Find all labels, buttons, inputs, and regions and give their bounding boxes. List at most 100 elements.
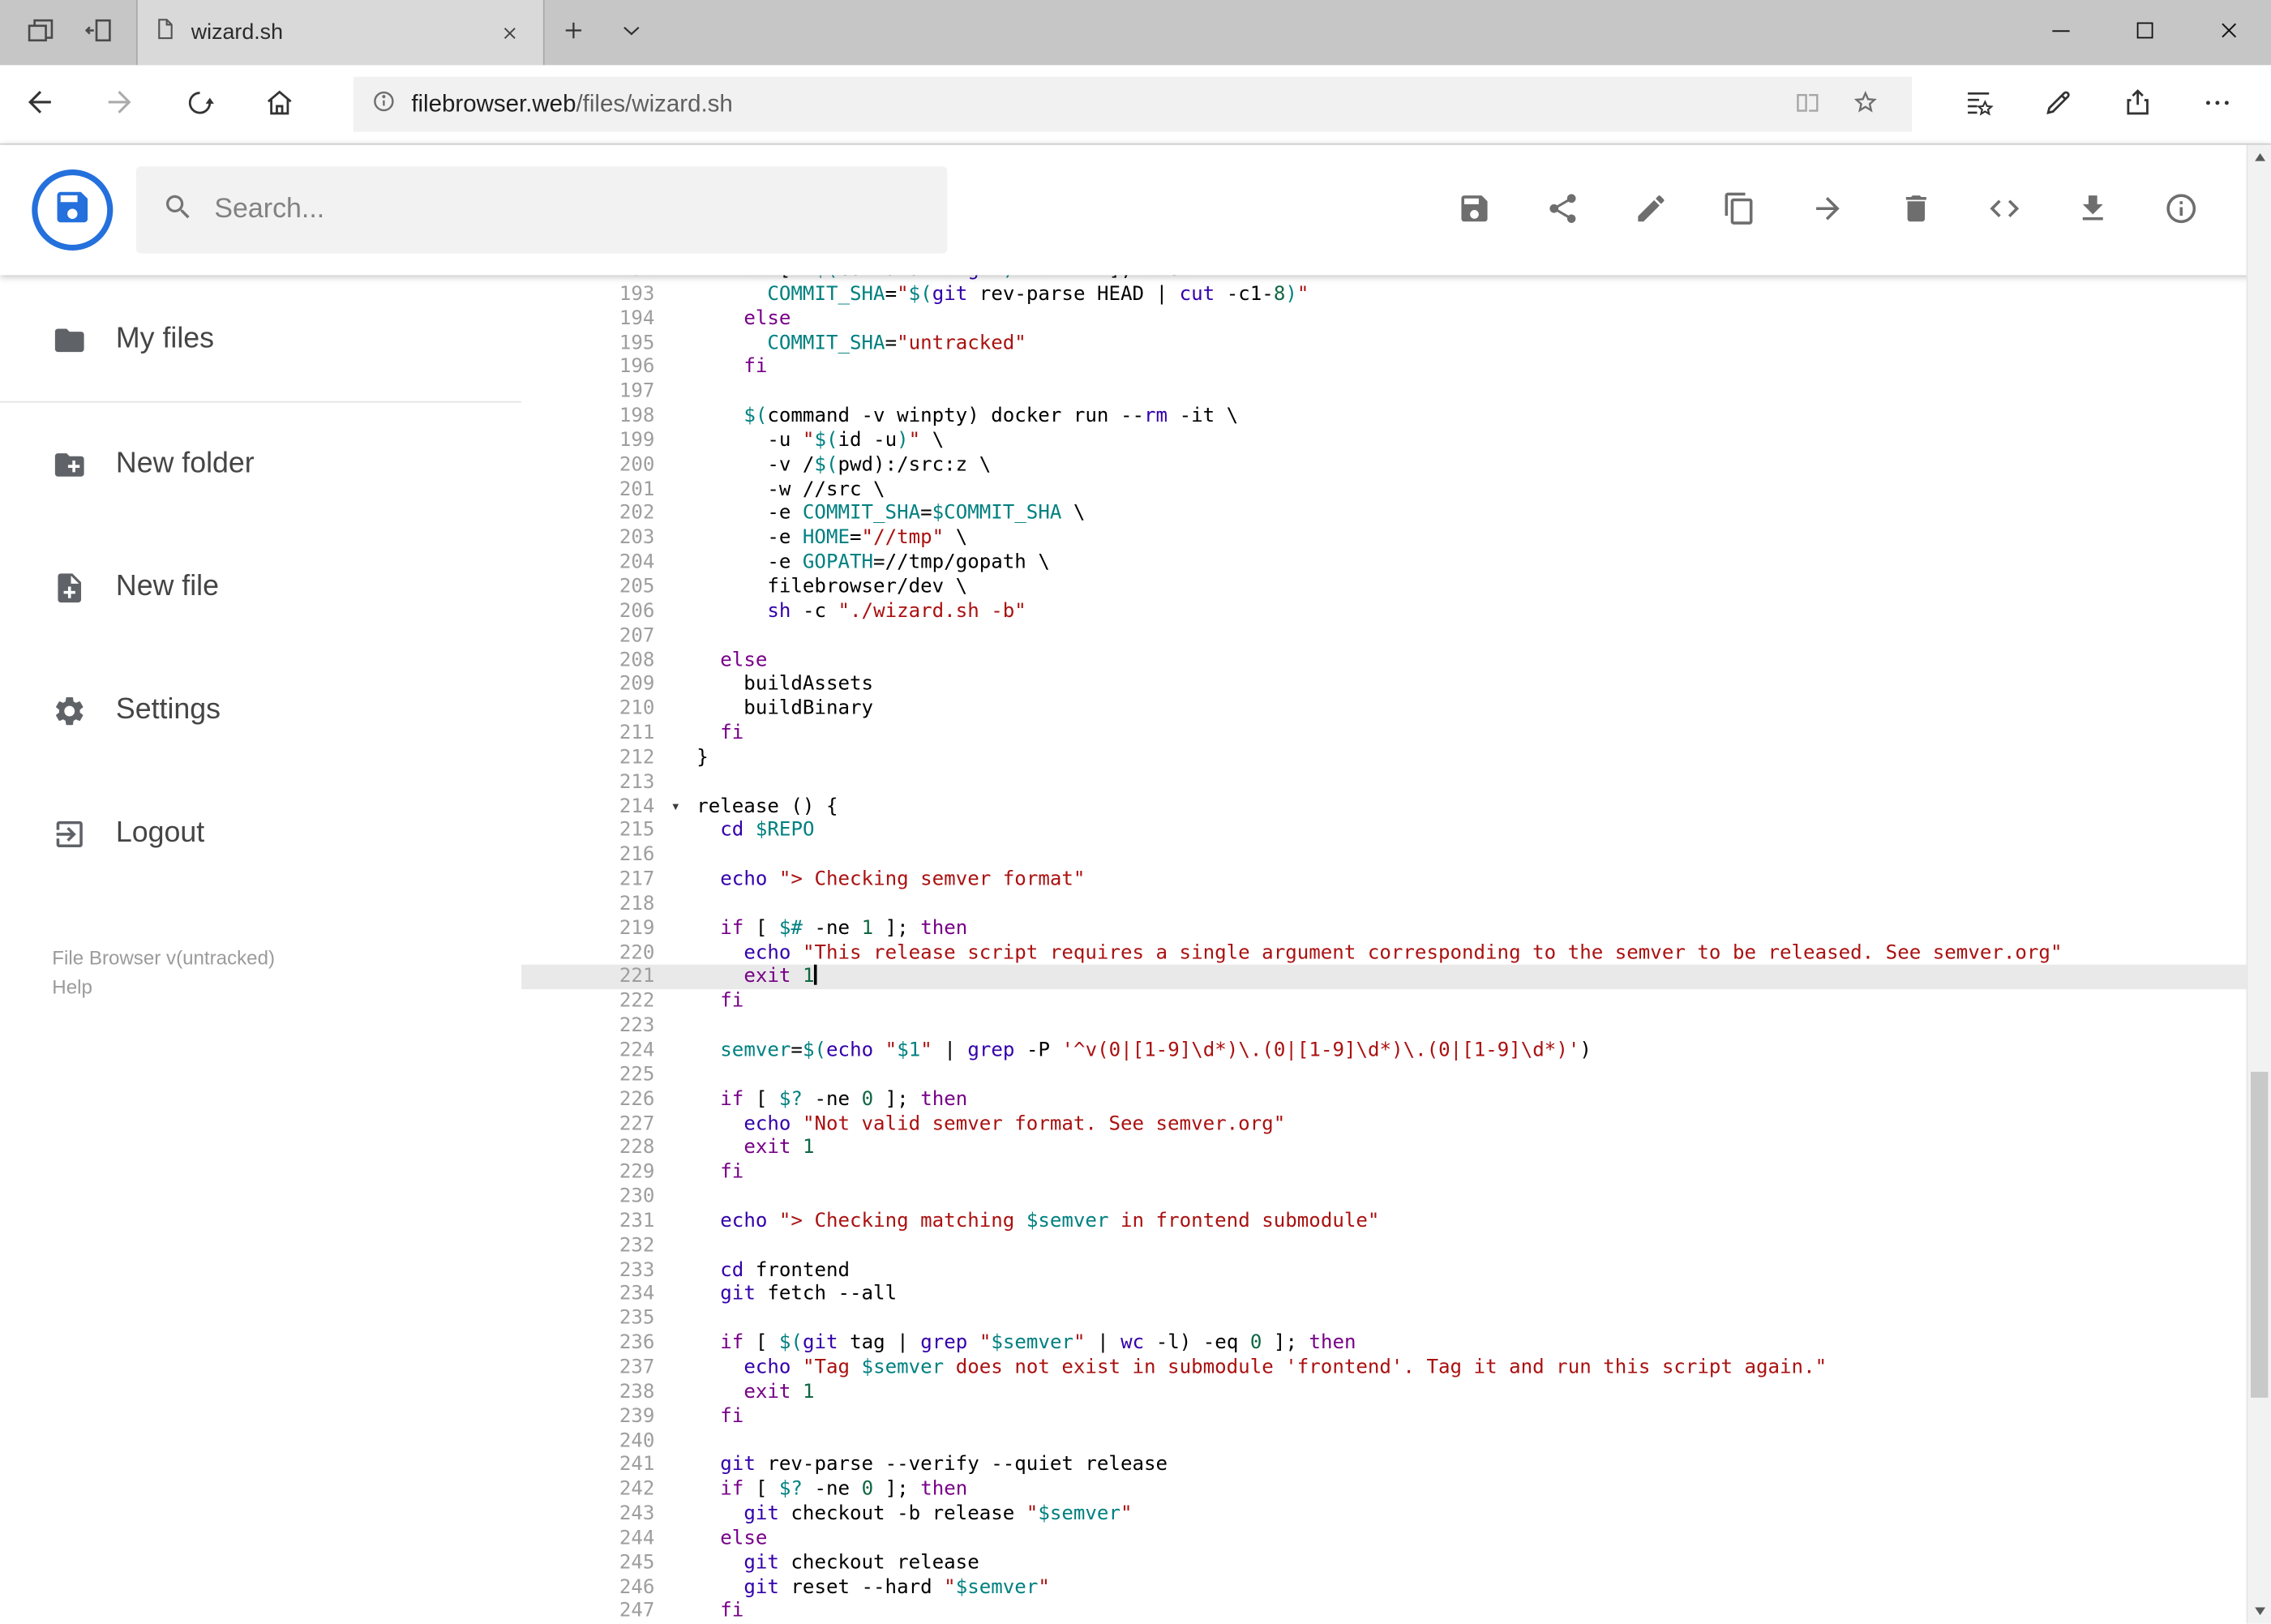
address-bar[interactable]: filebrowser.web/files/wizard.sh [353,76,1912,132]
download-button[interactable] [2076,193,2110,228]
code-line[interactable]: 230 [521,1185,2247,1209]
share-button[interactable] [1545,193,1580,228]
code-line[interactable]: 194 else [521,306,2247,331]
code-line[interactable]: 192 if [ "$(command -v git)" != "" ]; th… [521,275,2247,282]
vertical-scrollbar[interactable] [2246,144,2271,1624]
home-button[interactable] [239,65,319,143]
code-line[interactable]: 199 -u "$(id -u)" \ [521,429,2247,453]
hub-favorites-button[interactable] [1938,65,2017,143]
tab-close-icon[interactable] [491,14,529,51]
scroll-down-arrow-icon[interactable] [2247,1599,2271,1623]
share-page-button[interactable] [2097,65,2177,143]
info-button[interactable] [2164,193,2199,228]
code-editor[interactable]: 192 if [ "$(command -v git)" != "" ]; th… [521,275,2247,1624]
forward-button[interactable] [79,65,159,143]
code-line[interactable]: 226 if [ $? -ne 0 ]; then [521,1087,2247,1112]
code-line[interactable]: 198 $(command -v winpty) docker run --rm… [521,405,2247,429]
code-line[interactable]: 206 sh -c "./wizard.sh -b" [521,599,2247,623]
minimize-button[interactable] [2019,0,2103,65]
code-line[interactable]: 229 fi [521,1160,2247,1185]
refresh-button[interactable] [159,65,238,143]
sidebar-item-settings[interactable]: Settings [0,649,521,772]
code-line[interactable]: 234 git fetch --all [521,1283,2247,1307]
tabs-set-aside-list-button[interactable] [11,0,69,65]
reading-view-button[interactable] [1779,78,1836,130]
move-button[interactable] [1810,193,1845,228]
back-button[interactable] [0,65,79,143]
code-button[interactable] [1987,193,2022,228]
filebrowser-logo[interactable] [32,169,114,251]
code-line[interactable]: 211 fi [521,722,2247,746]
code-line[interactable]: 246 git reset --hard "$semver" [521,1575,2247,1600]
close-window-button[interactable] [2187,0,2271,65]
code-line[interactable]: 231 echo "> Checking matching $semver in… [521,1209,2247,1233]
code-line[interactable]: 214 ▾ release () { [521,795,2247,819]
page-info-icon[interactable] [371,88,396,121]
code-line[interactable]: 207 [521,623,2247,648]
code-line[interactable]: 224 semver=$(echo "$1" | grep -P '^v(0|[… [521,1039,2247,1063]
code-line[interactable]: 243 git checkout -b release "$semver" [521,1502,2247,1527]
code-line[interactable]: 241 git rev-parse --verify --quiet relea… [521,1453,2247,1477]
code-line[interactable]: 218 [521,892,2247,916]
code-line[interactable]: 240 [521,1429,2247,1453]
code-line[interactable]: 212} [521,746,2247,770]
code-line[interactable]: 228 exit 1 [521,1136,2247,1160]
code-line[interactable]: 203 -e HOME="//tmp" \ [521,526,2247,551]
code-line[interactable]: 245 git checkout release [521,1551,2247,1575]
code-line[interactable]: 193 COMMIT_SHA="$(git rev-parse HEAD | c… [521,282,2247,306]
code-line[interactable]: 195 COMMIT_SHA="untracked" [521,331,2247,355]
code-line[interactable]: 217 echo "> Checking semver format" [521,868,2247,892]
code-line[interactable]: 201 -w //src \ [521,478,2247,502]
code-line[interactable]: 197 [521,379,2247,404]
code-line[interactable]: 233 cd frontend [521,1258,2247,1283]
code-line[interactable]: 221 exit 1 [521,965,2247,990]
code-line[interactable]: 210 buildBinary [521,697,2247,722]
maximize-button[interactable] [2103,0,2187,65]
sidebar-item-new-folder[interactable]: New folder [0,403,521,526]
code-line[interactable]: 227 echo "Not valid semver format. See s… [521,1112,2247,1136]
search-input[interactable]: Search... [135,166,948,254]
code-line[interactable]: 205 filebrowser/dev \ [521,575,2247,599]
tab-preview-toggle[interactable] [602,0,660,65]
code-line[interactable]: 220 echo "This release script requires a… [521,941,2247,965]
code-line[interactable]: 235 [521,1307,2247,1331]
code-line[interactable]: 242 if [ $? -ne 0 ]; then [521,1477,2247,1502]
sidebar-item-my-files[interactable]: My files [0,278,521,401]
code-line[interactable]: 232 [521,1234,2247,1258]
sidebar-item-logout[interactable]: Logout [0,772,521,895]
set-tabs-aside-button[interactable] [70,0,127,65]
code-line[interactable]: 223 [521,1014,2247,1039]
code-line[interactable]: 237 echo "Tag $semver does not exist in … [521,1356,2247,1380]
code-line[interactable]: 202 -e COMMIT_SHA=$COMMIT_SHA \ [521,502,2247,526]
help-link[interactable]: Help [52,973,275,1002]
code-line[interactable]: 200 -v /$(pwd):/src:z \ [521,453,2247,478]
edit-button[interactable] [1634,193,1669,228]
code-line[interactable]: 247 fi [521,1600,2247,1624]
code-line[interactable]: 244 else [521,1527,2247,1551]
code-line[interactable]: 239 fi [521,1404,2247,1429]
fold-arrow-icon[interactable]: ▾ [654,795,696,819]
code-line[interactable]: 209 buildAssets [521,672,2247,696]
more-options-button[interactable] [2177,65,2256,143]
code-line[interactable]: 208 else [521,648,2247,672]
web-note-pen-button[interactable] [2017,65,2097,143]
code-line[interactable]: 238 exit 1 [521,1380,2247,1404]
sidebar-item-new-file[interactable]: New file [0,525,521,649]
code-line[interactable]: 225 [521,1063,2247,1087]
new-tab-button[interactable] [545,0,602,65]
code-line[interactable]: 204 -e GOPATH=//tmp/gopath \ [521,551,2247,575]
code-line[interactable]: 219 if [ $# -ne 1 ]; then [521,916,2247,941]
favorite-star-button[interactable] [1836,78,1894,130]
code-line[interactable]: 236 if [ $(git tag | grep "$semver" | wc… [521,1331,2247,1356]
code-line[interactable]: 196 fi [521,355,2247,379]
code-line[interactable]: 222 fi [521,990,2247,1014]
scroll-up-arrow-icon[interactable] [2247,145,2271,169]
copy-button[interactable] [1722,191,1757,228]
scrollbar-thumb[interactable] [2250,1071,2269,1398]
code-line[interactable]: 213 [521,770,2247,795]
delete-button[interactable] [1899,193,1934,228]
save-button[interactable] [1457,193,1492,228]
code-line[interactable]: 216 [521,843,2247,868]
browser-tab[interactable]: wizard.sh [135,0,545,66]
code-line[interactable]: 215 cd $REPO [521,819,2247,843]
